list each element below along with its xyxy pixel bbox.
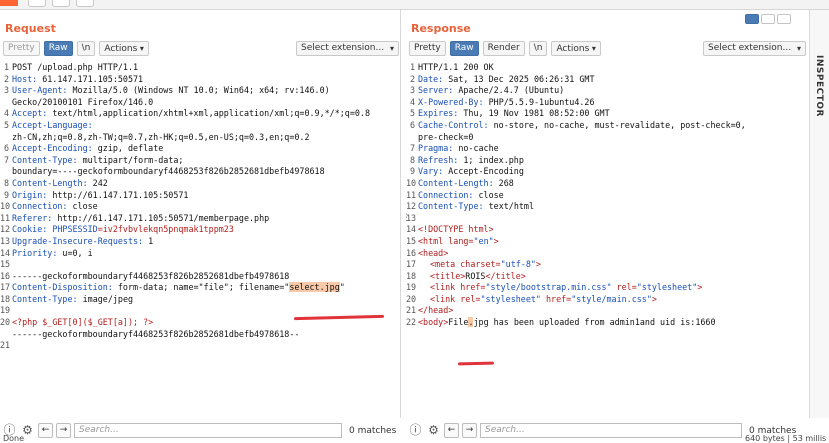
response-editor[interactable]: 1 HTTP/1.1 200 OK 2 Date: Sat, 13 Dec 2025…: [406, 62, 809, 388]
request-search-bar: ⓘ ⚙ ← → Search... 0 matches: [0, 422, 400, 439]
request-search-input[interactable]: Search...: [74, 423, 342, 438]
code-line: 19 <link href="style/bootstrap.min.css" r…: [406, 282, 703, 293]
response-title: Response: [411, 22, 471, 35]
inspector-label: INSPECTOR: [814, 55, 824, 117]
code-line: ------geckoformboundaryf4468253f826b2852…: [12, 328, 300, 339]
code-line: 7 Pragma: no-cache: [409, 143, 499, 154]
cancel-button[interactable]: [28, 0, 46, 7]
code-line: 15: [0, 259, 11, 270]
code-line: 6 Cache-Control: no-store, no-cache, must…: [409, 119, 746, 130]
response-tab-pretty[interactable]: Pretty: [409, 41, 446, 56]
response-pane: Response Pretty Raw Render \n Actions Se…: [406, 10, 809, 438]
code-line: 12 Content-Type: text/html: [406, 201, 534, 212]
split-vertical-view-button[interactable]: [761, 14, 775, 24]
next-match-button[interactable]: →: [56, 423, 71, 438]
code-line: 4 Accept: text/html,application/xhtml+xml…: [3, 108, 370, 119]
response-tab-render[interactable]: Render: [482, 41, 525, 56]
code-line: 18 <title>ROIS</title>: [406, 270, 526, 281]
nav-forward-button[interactable]: [76, 0, 94, 7]
code-line: zh-CN,zh;q=0.8,zh-TW;q=0.7,zh-HK;q=0.5,e…: [12, 131, 310, 142]
request-editor[interactable]: 1 POST /upload.php HTTP/1.1 2 Host: 61.147…: [0, 62, 400, 388]
code-line: 7 Content-Type: multipart/form-data;: [3, 154, 184, 165]
request-actions-dropdown[interactable]: Actions: [99, 41, 149, 56]
request-tab-newline[interactable]: \n: [76, 41, 96, 56]
code-line: pre-check=0: [418, 131, 474, 142]
code-line: 11 Connection: close: [406, 189, 504, 200]
response-select-extension[interactable]: Select extension... ▾: [703, 41, 806, 56]
response-actions-dropdown[interactable]: Actions: [551, 41, 601, 56]
response-tab-newline[interactable]: \n: [528, 41, 548, 56]
code-line: 5 Expires: Thu, 19 Nov 1981 08:52:00 GMT: [409, 108, 610, 119]
app-top-bar: [0, 0, 829, 10]
code-line: 10 Content-Length: 268: [406, 177, 514, 188]
code-line: 1 HTTP/1.1 200 OK: [409, 62, 494, 72]
request-status: Done: [3, 434, 25, 443]
code-line: 4 X-Powered-By: PHP/5.5.9-1ubuntu4.26: [409, 96, 595, 107]
nav-back-button[interactable]: [52, 0, 70, 7]
code-line: 1 POST /upload.php HTTP/1.1: [3, 62, 139, 72]
request-toolbar: Pretty Raw \n Actions: [3, 41, 149, 56]
response-search-input[interactable]: Search...: [480, 423, 742, 438]
code-line: 9 Vary: Accept-Encoding: [409, 166, 524, 177]
inspector-sidebar[interactable]: INSPECTOR: [809, 10, 829, 418]
request-tab-raw[interactable]: Raw: [43, 41, 73, 56]
layout-view-toggle: [745, 14, 791, 24]
code-line: 16 <head>: [406, 247, 449, 258]
request-tab-pretty[interactable]: Pretty: [3, 41, 40, 56]
prev-match-button[interactable]: ←: [444, 423, 459, 438]
code-line: 17 Content-Disposition: form-data; name="…: [0, 282, 345, 293]
code-line: 17 <meta charset="utf-8">: [406, 259, 541, 270]
response-status: 640 bytes | 53 millis: [745, 434, 827, 443]
code-line: 9 Origin: http://61.147.171.105:50571: [3, 189, 189, 200]
code-line: 8 Content-Length: 242: [3, 177, 108, 188]
code-line: 15 <html lang="en">: [406, 235, 499, 246]
request-select-extension-label: Select extension...: [301, 43, 385, 53]
code-line: 5 Accept-Language:: [3, 119, 93, 130]
tabs-view-button[interactable]: [777, 14, 791, 24]
code-line: boundary=----geckoformboundaryf4468253f8…: [12, 166, 325, 177]
code-line: 11 Referer: http://61.147.171.105:50571/m…: [0, 212, 270, 223]
request-title: Request: [5, 22, 56, 35]
code-line: 14 Priority: u=0, i: [0, 247, 93, 258]
code-line: 2 Date: Sat, 13 Dec 2025 06:26:31 GMT: [409, 73, 595, 84]
response-tab-raw[interactable]: Raw: [449, 41, 479, 56]
filename-highlight: select.jpg: [289, 282, 340, 293]
gear-icon[interactable]: ⚙: [426, 423, 441, 438]
response-toolbar: Pretty Raw Render \n Actions: [409, 41, 601, 56]
prev-match-button[interactable]: ←: [38, 423, 53, 438]
request-pane: Request Pretty Raw \n Actions Select ext…: [0, 10, 401, 438]
next-match-button[interactable]: →: [462, 423, 477, 438]
code-line: 21: [0, 340, 11, 351]
code-line: 21 </head>: [406, 305, 454, 316]
code-line: 6 Accept-Encoding: gzip, deflate: [3, 143, 164, 154]
code-line: 22 <body>File.jpg has been uploaded from …: [406, 317, 716, 328]
send-button[interactable]: [0, 0, 18, 6]
code-line: 8 Refresh: 1; index.php: [409, 154, 524, 165]
code-line: Gecko/20100101 Firefox/146.0: [12, 96, 154, 107]
split-horizontal-view-button[interactable]: [745, 14, 759, 24]
code-line: 12 Cookie: PHPSESSID=iv2fvbvlekqn5pnqmak1…: [0, 224, 234, 235]
help-icon[interactable]: ⓘ: [408, 423, 423, 438]
request-match-count: 0 matches: [349, 425, 397, 436]
code-line: 13 Upgrade-Insecure-Requests: 1: [0, 235, 154, 246]
code-line: 10 Connection: close: [0, 201, 98, 212]
code-line: 14 <!DOCTYPE html>: [406, 224, 494, 235]
code-line: 13: [406, 212, 417, 223]
request-select-extension[interactable]: Select extension... ▾: [296, 41, 399, 56]
response-select-extension-label: Select extension...: [708, 43, 792, 53]
code-line: 18 Content-Type: image/jpeg: [0, 293, 134, 304]
code-line: 3 User-Agent: Mozilla/5.0 (Windows NT 10.…: [3, 85, 330, 96]
code-line: 16 ------geckoformboundaryf4468253f826b28…: [0, 270, 290, 281]
code-line: 2 Host: 61.147.171.105:50571: [3, 73, 144, 84]
code-line: 3 Server: Apache/2.4.7 (Ubuntu): [409, 85, 565, 96]
code-line: 20 <link rel="stylesheet" href="style/mai…: [406, 293, 657, 304]
chevron-down-icon: ▾: [389, 44, 394, 53]
chevron-down-icon: ▾: [796, 44, 801, 53]
